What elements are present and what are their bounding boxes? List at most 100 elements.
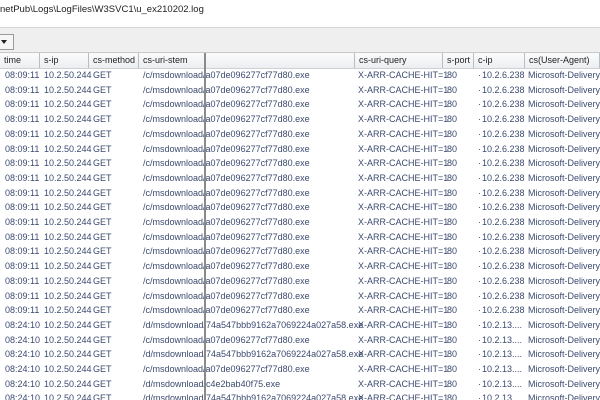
cell-cs-method: GET (93, 261, 112, 272)
cell-cs-user-agent: Microsoft-Delivery- (528, 172, 600, 183)
column-header-cs-method[interactable]: cs-method (89, 53, 139, 68)
table-row[interactable]: 08:24:10 10.2.50.244 GET/c/msdownload/a07d… (0, 333, 600, 348)
table-row[interactable]: 08:09:11 10.2.50.244 GET/c/msdownload/a07d… (0, 171, 600, 186)
cell-s-ip: 10.2.50.244 (44, 319, 92, 330)
cell-cs-method: GET (93, 378, 112, 389)
file-path-bar[interactable]: netPub\Logs\LogFiles\W3SVC1\u_ex210202.l… (0, 0, 600, 28)
cell-s-port: 80 (447, 128, 458, 139)
cell-cs-user-agent: Microsoft-Delivery- (528, 187, 600, 198)
table-row[interactable]: 08:24:10 10.2.50.244 GET/c/msdownload/a07d… (0, 362, 600, 377)
cell-marker-icon: · (478, 246, 481, 257)
column-header-cs-uri-query[interactable]: cs-uri-query (355, 53, 443, 68)
column-header-time[interactable]: time (0, 53, 40, 68)
column-header-s-ip[interactable]: s-ip (40, 53, 89, 68)
cell-cs-user-agent: Microsoft-Delivery- (528, 217, 600, 227)
table-row[interactable]: 08:09:11 10.2.50.244 GET/c/msdownload/a07d… (0, 244, 600, 259)
cell-s-ip: 10.2.50.244 (44, 364, 92, 374)
cell-marker-icon: · (478, 114, 481, 125)
pane-splitter[interactable] (204, 53, 206, 400)
cell-cs-uri-stem: /c/msdownload/a07de096277cf77d80.exe (143, 334, 310, 345)
cell-s-port: 80 (447, 231, 458, 242)
log-table: 08:09:11 10.2.50.244 GET/c/msdownload/a07d… (0, 68, 600, 400)
cell-cs-uri-query: X-ARR-CACHE-HIT=1 (358, 217, 449, 227)
table-row[interactable]: 08:09:11 10.2.50.244 GET/c/msdownload/a07d… (0, 289, 600, 304)
cell-cs-method: GET (93, 364, 112, 374)
table-row[interactable]: 08:24:10 10.2.50.244 GET/d/msdownload/74a5… (0, 347, 600, 362)
table-row[interactable]: 08:09:11 10.2.50.244 GET/c/msdownload/a07d… (0, 230, 600, 245)
table-row[interactable]: 08:24:10 10.2.50.244 GET/d/msdownload/c4e2… (0, 377, 600, 392)
cell-cs-uri-stem: /c/msdownload/a07de096277cf77d80.exe (143, 231, 310, 242)
table-row[interactable]: 08:24:10 10.2.50.244 GET/d/msdownload/74a5… (0, 391, 600, 400)
column-header-cs-uri-stem[interactable]: cs-uri-stem (139, 53, 205, 68)
table-row[interactable]: 08:09:11 10.2.50.244 GET/c/msdownload/a07d… (0, 303, 600, 318)
cell-c-ip: 10.2.6.238 (482, 305, 525, 316)
cell-s-ip: 10.2.50.244 (44, 143, 92, 154)
cell-c-ip: 10.2.6.238 (482, 246, 525, 257)
cell-s-port: 80 (447, 187, 458, 198)
column-header-blank[interactable] (205, 53, 355, 68)
table-row[interactable]: 08:09:11 10.2.50.244 GET/c/msdownload/a07d… (0, 156, 600, 171)
table-row[interactable]: 08:24:10 10.2.50.244 GET/d/msdownload/74a5… (0, 318, 600, 333)
cell-s-port: 80 (447, 70, 458, 80)
column-header-row: time s-ip cs-method cs-uri-stem cs-uri-query… (0, 53, 600, 69)
cell-cs-method: GET (93, 172, 112, 183)
table-row[interactable]: 08:09:11 10.2.50.244 GET/c/msdownload/a07d… (0, 274, 600, 289)
table-row[interactable]: 08:09:11 10.2.50.244 GET/c/msdownload/a07d… (0, 83, 600, 98)
table-row[interactable]: 08:09:11 10.2.50.244 GET/c/msdownload/a07d… (0, 142, 600, 157)
cell-cs-uri-stem: /c/msdownload/a07de096277cf77d80.exe (143, 364, 310, 374)
cell-s-ip: 10.2.50.244 (44, 99, 92, 110)
cell-s-port: 80 (447, 349, 458, 360)
table-row[interactable]: 08:09:11 10.2.50.244 GET/c/msdownload/a07d… (0, 259, 600, 274)
column-header-s-port[interactable]: s-port (443, 53, 474, 68)
table-row[interactable]: 08:09:11 10.2.50.244 GET/c/msdownload/a07d… (0, 200, 600, 215)
cell-s-ip: 10.2.50.244 (44, 172, 92, 183)
table-row[interactable]: 08:09:11 10.2.50.244 GET/c/msdownload/a07d… (0, 186, 600, 201)
cell-cs-user-agent: Microsoft-Delivery- (528, 70, 600, 80)
cell-cs-uri-query: X-ARR-CACHE-HIT=1 (358, 143, 449, 154)
cell-s-port: 80 (447, 202, 458, 213)
cell-cs-uri-query: X-ARR-CACHE-HIT=1 (358, 334, 449, 345)
column-header-cs-user-agent[interactable]: cs(User-Agent) (525, 53, 600, 68)
cell-s-port: 80 (447, 217, 458, 227)
cell-s-ip: 10.2.50.244 (44, 70, 92, 80)
cell-cs-uri-stem: /c/msdownload/a07de096277cf77d80.exe (143, 187, 310, 198)
cell-cs-uri-stem: /d/msdownload/74a547bbb9162a7069224a027a… (143, 319, 364, 330)
cell-s-ip: 10.2.50.244 (44, 84, 92, 95)
cell-cs-method: GET (93, 290, 112, 301)
cell-c-ip: 10.2.6.238 (482, 99, 525, 110)
cell-cs-user-agent: Microsoft-Delivery- (528, 334, 600, 345)
cell-c-ip: 10.2.6.238 (482, 261, 525, 272)
cell-c-ip: 10.2.13.... (482, 319, 523, 330)
cell-marker-icon: · (478, 334, 481, 345)
cell-time: 08:09:11 (5, 261, 40, 272)
cell-s-ip: 10.2.50.244 (44, 202, 92, 213)
cell-cs-uri-query: X-ARR-CACHE-HIT=1 (358, 290, 449, 301)
cell-cs-user-agent: Microsoft-Delivery- (528, 99, 600, 110)
cell-marker-icon: · (478, 84, 481, 95)
cell-cs-user-agent: Microsoft-Delivery- (528, 158, 600, 169)
cell-cs-uri-stem: /c/msdownload/a07de096277cf77d80.exe (143, 246, 310, 257)
cell-s-ip: 10.2.50.244 (44, 217, 92, 227)
cell-cs-uri-stem: /c/msdownload/a07de096277cf77d80.exe (143, 172, 310, 183)
table-row[interactable]: 08:09:11 10.2.50.244 GET/c/msdownload/a07d… (0, 97, 600, 112)
cell-time: 08:09:11 (5, 158, 40, 169)
cell-marker-icon: · (478, 158, 481, 169)
cell-cs-uri-query: X-ARR-CACHE-HIT=1 (358, 158, 449, 169)
table-row[interactable]: 08:09:11 10.2.50.244 GET/c/msdownload/a07d… (0, 112, 600, 127)
cell-s-ip: 10.2.50.244 (44, 231, 92, 242)
cell-c-ip: 10.2.13.... (482, 349, 523, 360)
cell-cs-uri-stem: /d/msdownload/c4e2bab40f75.exe (143, 378, 281, 389)
cell-marker-icon: · (478, 261, 481, 272)
cell-c-ip: 10.2.6.238 (482, 84, 525, 95)
table-row[interactable]: 08:09:11 10.2.50.244 GET/c/msdownload/a07d… (0, 68, 600, 83)
cell-marker-icon: · (478, 290, 481, 301)
dropdown-button[interactable] (0, 34, 14, 50)
cell-c-ip: 10.2.6.238 (482, 290, 525, 301)
cell-cs-uri-stem: /c/msdownload/a07de096277cf77d80.exe (143, 158, 310, 169)
table-row[interactable]: 08:09:11 10.2.50.244 GET/c/msdownload/a07d… (0, 215, 600, 230)
column-header-c-ip[interactable]: c-ip (474, 53, 525, 68)
table-row[interactable]: 08:09:11 10.2.50.244 GET/c/msdownload/a07d… (0, 127, 600, 142)
cell-marker-icon: · (478, 202, 481, 213)
cell-cs-method: GET (93, 187, 112, 198)
cell-cs-method: GET (93, 275, 112, 286)
